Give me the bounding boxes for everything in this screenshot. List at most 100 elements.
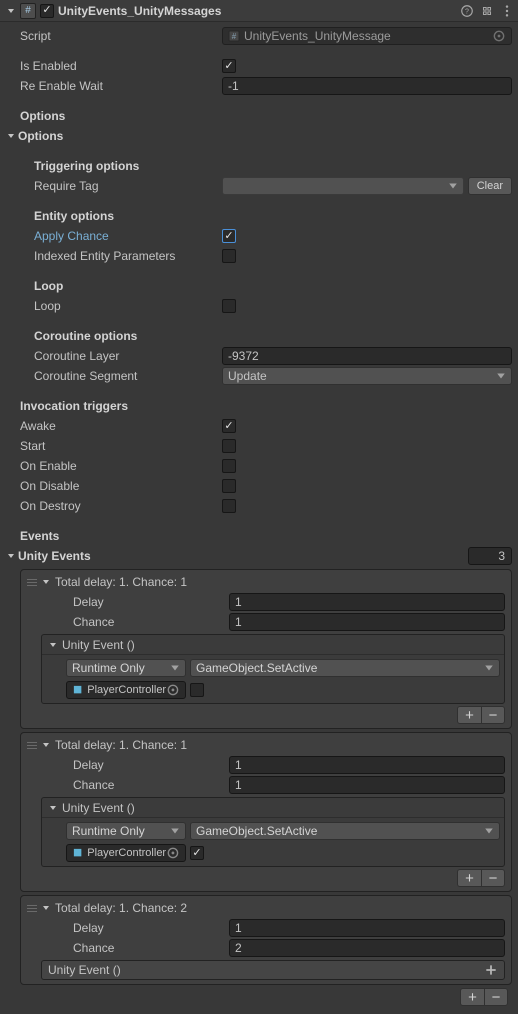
indexed-entity-checkbox[interactable] (222, 249, 236, 263)
options-foldout-icon[interactable] (6, 131, 16, 141)
script-object-icon: # (228, 30, 240, 42)
coroutine-layer-label: Coroutine Layer (34, 349, 119, 363)
coroutine-segment-select[interactable]: Update (222, 367, 512, 385)
awake-checkbox[interactable] (222, 419, 236, 433)
object-picker-icon[interactable] (166, 846, 180, 860)
event-foldout-icon[interactable] (41, 577, 51, 587)
chance-label: Chance (73, 778, 114, 792)
delay-input[interactable]: 1 (229, 593, 505, 611)
require-tag-label: Require Tag (34, 179, 99, 193)
remove-listener-button[interactable]: − (481, 706, 505, 724)
target-object-field[interactable]: PlayerController (66, 681, 186, 699)
delay-label: Delay (73, 595, 104, 609)
event-title: Total delay: 1. Chance: 1 (55, 738, 187, 752)
chance-input[interactable]: 1 (229, 776, 505, 794)
object-picker-icon[interactable] (166, 683, 180, 697)
re-enable-wait-input[interactable]: -1 (222, 77, 512, 95)
component-foldout-icon[interactable] (6, 6, 16, 16)
coroutine-segment-label: Coroutine Segment (34, 369, 137, 383)
event-title: Total delay: 1. Chance: 1 (55, 575, 187, 589)
on-destroy-label: On Destroy (20, 499, 81, 513)
script-label: Script (20, 29, 51, 43)
preset-icon[interactable] (480, 4, 494, 18)
script-object-field[interactable]: # UnityEvents_UnityMessage (222, 27, 512, 45)
chevron-down-icon (170, 826, 180, 836)
delay-label: Delay (73, 758, 104, 772)
add-listener-button[interactable]: + (457, 706, 481, 724)
delay-input[interactable]: 1 (229, 919, 505, 937)
unity-event-foldout-icon[interactable] (48, 803, 58, 813)
chance-input[interactable]: 2 (229, 939, 505, 957)
delay-input[interactable]: 1 (229, 756, 505, 774)
on-enable-checkbox[interactable] (222, 459, 236, 473)
on-disable-label: On Disable (20, 479, 79, 493)
unity-events-foldout-label[interactable]: Unity Events (18, 549, 91, 563)
apply-chance-checkbox[interactable] (222, 229, 236, 243)
options-foldout-label[interactable]: Options (18, 129, 63, 143)
object-picker-icon[interactable] (492, 29, 506, 43)
start-label: Start (20, 439, 45, 453)
unity-event-label: Unity Event () (62, 801, 135, 815)
chevron-down-icon (484, 826, 494, 836)
entity-header: Entity options (34, 209, 114, 223)
help-icon[interactable]: ? (460, 4, 474, 18)
event-foldout-icon[interactable] (41, 740, 51, 750)
chance-label: Chance (73, 941, 114, 955)
awake-label: Awake (20, 419, 56, 433)
event-foldout-icon[interactable] (41, 903, 51, 913)
on-enable-label: On Enable (20, 459, 77, 473)
target-object-field[interactable]: PlayerController (66, 844, 186, 862)
unity-event-box: Unity Event () Runtime Only GameObject.S… (41, 634, 505, 704)
gameobject-icon (72, 684, 83, 696)
loop-header: Loop (34, 279, 63, 293)
bool-arg-checkbox[interactable] (190, 846, 204, 860)
add-icon[interactable] (484, 963, 498, 977)
triggering-header: Triggering options (34, 159, 139, 173)
require-tag-select[interactable] (222, 177, 464, 195)
unity-event-foldout-icon[interactable] (48, 640, 58, 650)
indexed-entity-label: Indexed Entity Parameters (34, 249, 175, 263)
svg-text:?: ? (465, 8, 469, 15)
is-enabled-checkbox[interactable] (222, 59, 236, 73)
runtime-only-select[interactable]: Runtime Only (66, 822, 186, 840)
start-checkbox[interactable] (222, 439, 236, 453)
coroutine-layer-input[interactable]: -9372 (222, 347, 512, 365)
method-select[interactable]: GameObject.SetActive (190, 659, 500, 677)
options-header: Options (20, 109, 65, 123)
event-item: Total delay: 1. Chance: 1 Delay 1 Chance… (20, 732, 512, 892)
unity-events-foldout-icon[interactable] (6, 551, 16, 561)
invocation-header: Invocation triggers (20, 399, 128, 413)
event-item: Total delay: 1. Chance: 2 Delay 1 Chance… (20, 895, 512, 985)
add-listener-button[interactable]: + (457, 869, 481, 887)
component-title: UnityEvents_UnityMessages (58, 4, 456, 18)
component-enabled-checkbox[interactable] (40, 4, 54, 18)
chance-input[interactable]: 1 (229, 613, 505, 631)
chevron-down-icon (448, 181, 458, 191)
event-title: Total delay: 1. Chance: 2 (55, 901, 187, 915)
events-header: Events (20, 529, 59, 543)
remove-listener-button[interactable]: − (481, 869, 505, 887)
runtime-only-select[interactable]: Runtime Only (66, 659, 186, 677)
coroutine-header: Coroutine options (34, 329, 137, 343)
clear-button[interactable]: Clear (468, 177, 512, 195)
menu-icon[interactable] (500, 4, 514, 18)
apply-chance-label[interactable]: Apply Chance (34, 229, 109, 243)
chevron-down-icon (496, 371, 506, 381)
event-item: Total delay: 1. Chance: 1 Delay 1 Chance… (20, 569, 512, 729)
drag-handle-icon[interactable] (27, 902, 37, 914)
bool-arg-checkbox[interactable] (190, 683, 204, 697)
events-count[interactable]: 3 (468, 547, 512, 565)
on-disable-checkbox[interactable] (222, 479, 236, 493)
unity-event-collapsed[interactable]: Unity Event () (41, 960, 505, 980)
drag-handle-icon[interactable] (27, 739, 37, 751)
chevron-down-icon (484, 663, 494, 673)
re-enable-wait-label: Re Enable Wait (20, 79, 103, 93)
chance-label: Chance (73, 615, 114, 629)
remove-event-button[interactable]: − (484, 988, 508, 1006)
add-event-button[interactable]: + (460, 988, 484, 1006)
script-file-icon: # (20, 3, 36, 19)
on-destroy-checkbox[interactable] (222, 499, 236, 513)
drag-handle-icon[interactable] (27, 576, 37, 588)
method-select[interactable]: GameObject.SetActive (190, 822, 500, 840)
loop-checkbox[interactable] (222, 299, 236, 313)
